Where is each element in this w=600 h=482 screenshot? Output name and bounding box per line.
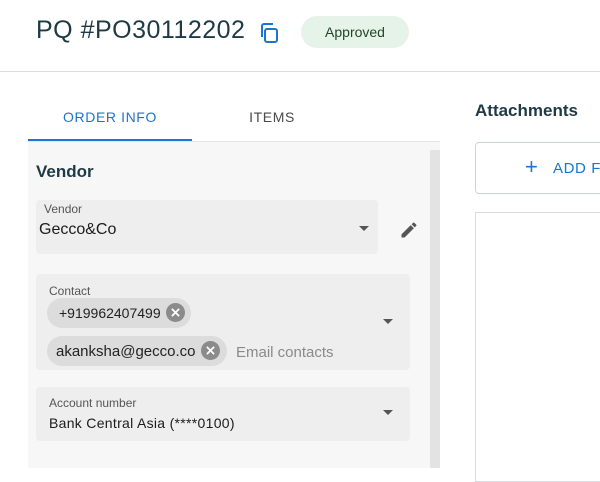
remove-chip-icon[interactable]: [201, 341, 220, 360]
attachments-heading: Attachments: [475, 101, 578, 120]
email-contacts-input[interactable]: [236, 342, 376, 362]
section-heading-vendor: Vendor: [36, 162, 94, 181]
vendor-field-value: Gecco&Co: [39, 221, 117, 238]
contact-field-label: Contact: [49, 284, 91, 298]
dropdown-arrow-icon[interactable]: [383, 410, 393, 415]
active-tab-indicator: [28, 139, 192, 141]
header-divider: [0, 71, 600, 72]
add-file-button-label[interactable]: ADD FI: [553, 160, 600, 177]
copy-icon[interactable]: [256, 20, 282, 46]
attachments-drop-area[interactable]: [475, 212, 600, 482]
vendor-field-label: Vendor: [44, 202, 83, 216]
page-title: PQ #PO30112202: [36, 16, 246, 44]
scrollbar[interactable]: [430, 150, 440, 468]
account-field-label: Account number: [49, 396, 137, 410]
dropdown-arrow-icon[interactable]: [383, 319, 393, 324]
tab-items[interactable]: ITEMS: [192, 101, 352, 133]
pencil-icon[interactable]: [396, 217, 422, 243]
chip-label: +919962407499: [59, 305, 161, 321]
plus-icon[interactable]: +: [525, 156, 538, 178]
account-field-value: Bank Central Asia (****0100): [49, 415, 235, 431]
contact-chip-email[interactable]: akanksha@gecco.co: [47, 336, 227, 366]
tab-order-info[interactable]: ORDER INFO: [30, 101, 190, 133]
dropdown-arrow-icon[interactable]: [359, 226, 369, 231]
remove-chip-icon[interactable]: [166, 303, 185, 322]
contact-chip-phone[interactable]: +919962407499: [47, 298, 191, 328]
chip-label: akanksha@gecco.co: [56, 342, 196, 360]
status-badge: Approved: [301, 16, 409, 48]
